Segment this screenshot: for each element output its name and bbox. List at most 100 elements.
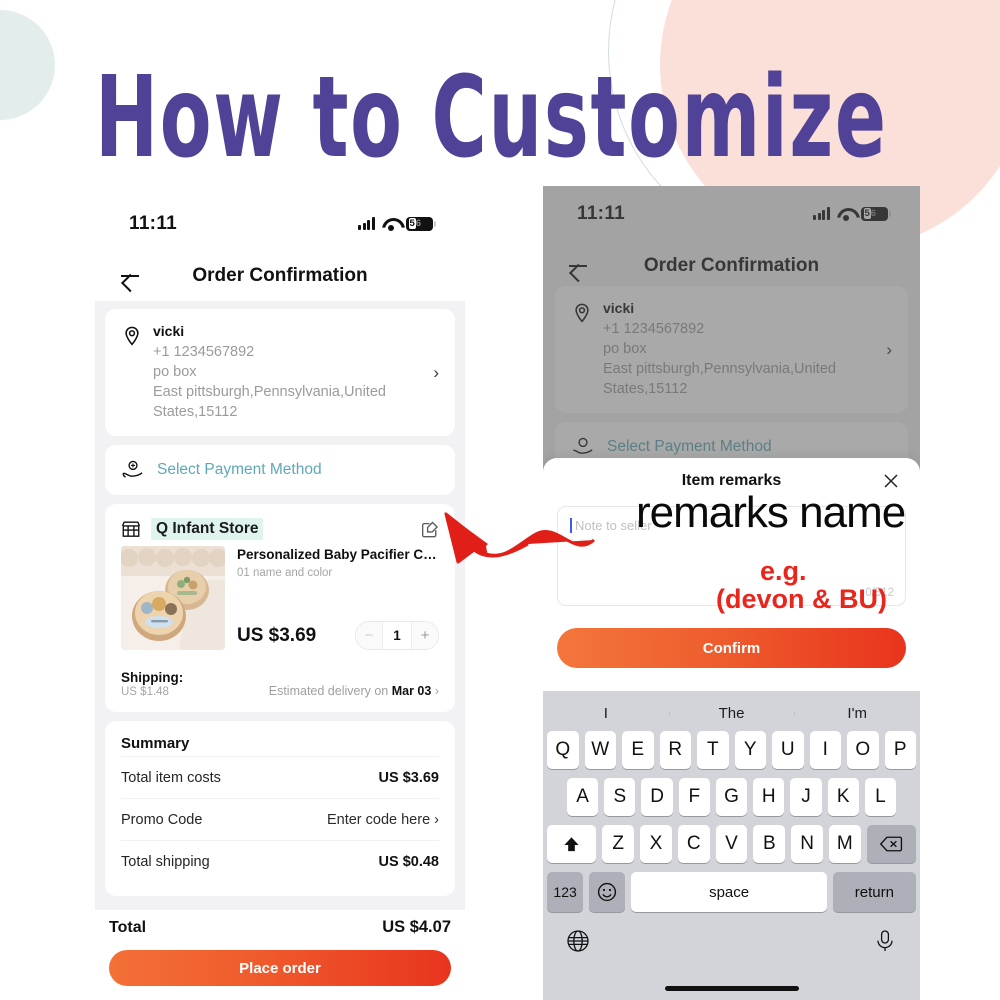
total-row: Total US $4.07 bbox=[109, 918, 451, 937]
key-h[interactable]: H bbox=[753, 778, 785, 816]
key-x[interactable]: X bbox=[640, 825, 672, 863]
shipping-cost: US $1.48 bbox=[121, 686, 169, 698]
key-b[interactable]: B bbox=[753, 825, 786, 863]
key-i[interactable]: I bbox=[809, 731, 841, 769]
summary-row-promo-code[interactable]: Promo Code Enter code here › bbox=[121, 798, 439, 840]
back-arrow-icon[interactable] bbox=[567, 255, 589, 277]
right-order-scroll: vicki +1 1234567892 po box East pittsbur… bbox=[543, 286, 920, 481]
quantity-value[interactable]: 1 bbox=[382, 622, 412, 649]
wifi-icon bbox=[382, 217, 399, 231]
address-card[interactable]: vicki +1 1234567892 po box East pittsbur… bbox=[555, 286, 908, 413]
numeric-key[interactable]: 123 bbox=[547, 872, 584, 912]
key-z[interactable]: Z bbox=[602, 825, 635, 863]
key-c[interactable]: C bbox=[677, 825, 710, 863]
confirm-button[interactable]: Confirm bbox=[557, 628, 906, 668]
summary-value[interactable]: Enter code here › bbox=[327, 812, 439, 828]
address-line2: East pittsburgh,Pennsylvania,United bbox=[153, 384, 386, 400]
key-m[interactable]: M bbox=[828, 825, 861, 863]
product-thumbnail bbox=[121, 546, 225, 650]
payment-method-card[interactable]: Select Payment Method bbox=[105, 445, 455, 495]
prediction-3[interactable]: I'm bbox=[794, 705, 920, 722]
key-w[interactable]: W bbox=[584, 731, 616, 769]
prediction-1[interactable]: I bbox=[543, 705, 669, 722]
key-e[interactable]: E bbox=[622, 731, 654, 769]
summary-key: Total shipping bbox=[121, 853, 210, 870]
key-s[interactable]: S bbox=[604, 778, 636, 816]
character-counter: 0/512 bbox=[865, 587, 894, 599]
key-o[interactable]: O bbox=[847, 731, 879, 769]
signal-bars-icon bbox=[812, 207, 830, 220]
chevron-right-icon[interactable]: › bbox=[886, 340, 892, 360]
key-a[interactable]: A bbox=[567, 778, 599, 816]
globe-icon[interactable] bbox=[565, 928, 591, 954]
microphone-icon[interactable] bbox=[872, 928, 898, 954]
chevron-right-icon[interactable]: › bbox=[433, 363, 439, 383]
select-payment-method-label: Select Payment Method bbox=[157, 461, 322, 478]
quantity-increase-button[interactable]: + bbox=[412, 622, 438, 649]
place-order-button[interactable]: Place order bbox=[109, 950, 451, 986]
payment-hand-coin-icon bbox=[571, 436, 595, 458]
quantity-decrease-button[interactable]: − bbox=[356, 622, 382, 649]
key-q[interactable]: Q bbox=[547, 731, 579, 769]
page-title: How to Customize bbox=[95, 52, 888, 183]
summary-value: US $3.69 bbox=[378, 769, 439, 786]
back-arrow-icon[interactable] bbox=[119, 265, 141, 287]
summary-value: US $0.48 bbox=[378, 853, 439, 870]
note-to-seller-input[interactable]: Note to seller 0/512 bbox=[557, 506, 906, 606]
dimmed-order-background: 11:11 56 Order Confirmation vicki +1 123… bbox=[543, 186, 920, 478]
store-name[interactable]: Q Infant Store bbox=[151, 518, 264, 540]
emoji-smiley-icon[interactable] bbox=[589, 872, 626, 912]
delivery-estimate[interactable]: Estimated delivery on Mar 03 › bbox=[269, 684, 439, 698]
battery-level-rest: 6 bbox=[415, 218, 422, 229]
battery-icon: 56 bbox=[861, 206, 891, 221]
backspace-icon[interactable] bbox=[866, 825, 916, 863]
left-phone-screen: 11:11 56 Order Confirmation vicki +1 123… bbox=[95, 196, 465, 1000]
space-key[interactable]: space bbox=[631, 872, 827, 912]
key-l[interactable]: L bbox=[864, 778, 896, 816]
status-bar-right: 11:11 56 bbox=[543, 186, 920, 241]
keyboard-row-3: Z X C V B N M bbox=[543, 825, 920, 863]
battery-level-fill: 5 bbox=[863, 208, 871, 219]
status-time: 11:11 bbox=[129, 212, 177, 234]
product-row[interactable]: Personalized Baby Pacifier Clip Custo… 0… bbox=[121, 546, 439, 650]
key-n[interactable]: N bbox=[791, 825, 823, 863]
key-d[interactable]: D bbox=[641, 778, 673, 816]
nav-bar-right: Order Confirmation bbox=[543, 241, 920, 291]
key-k[interactable]: K bbox=[827, 778, 859, 816]
return-key[interactable]: return bbox=[832, 872, 917, 912]
key-r[interactable]: R bbox=[659, 731, 691, 769]
prediction-bar: I The I'm bbox=[543, 695, 920, 731]
store-row[interactable]: Q Infant Store bbox=[121, 518, 439, 540]
checkout-bar: Total US $4.07 Place order bbox=[95, 910, 465, 1000]
address-card[interactable]: vicki +1 1234567892 po box East pittsbur… bbox=[105, 309, 455, 436]
right-phone-screen: 11:11 56 Order Confirmation vicki +1 123… bbox=[543, 186, 920, 1000]
total-value: US $4.07 bbox=[382, 918, 451, 936]
sheet-header: Item remarks bbox=[543, 458, 920, 504]
home-indicator bbox=[664, 986, 799, 991]
key-v[interactable]: V bbox=[715, 825, 748, 863]
key-p[interactable]: P bbox=[884, 731, 916, 769]
payment-hand-coin-icon bbox=[121, 459, 145, 481]
close-icon[interactable] bbox=[882, 472, 900, 490]
key-j[interactable]: J bbox=[790, 778, 822, 816]
key-f[interactable]: F bbox=[678, 778, 710, 816]
address-name: vicki bbox=[603, 300, 635, 316]
nav-title: Order Confirmation bbox=[192, 265, 368, 286]
red-wavy-arrow-icon bbox=[398, 492, 598, 592]
battery-icon: 56 bbox=[406, 216, 436, 231]
key-g[interactable]: G bbox=[715, 778, 748, 816]
shift-up-arrow-icon[interactable] bbox=[547, 825, 597, 863]
key-u[interactable]: U bbox=[772, 731, 804, 769]
item-remarks-sheet: Item remarks Note to seller 0/512 Confir… bbox=[543, 458, 920, 1000]
prediction-2[interactable]: The bbox=[668, 705, 795, 722]
key-t[interactable]: T bbox=[697, 731, 729, 769]
address-phone: +1 1234567892 bbox=[153, 344, 255, 360]
select-payment-method-label: Select Payment Method bbox=[607, 438, 772, 455]
summary-row-total-shipping: Total shipping US $0.48 bbox=[121, 840, 439, 882]
shipping-row[interactable]: Shipping: US $1.48 Estimated delivery on… bbox=[121, 661, 439, 698]
shipping-label: Shipping: bbox=[121, 670, 184, 685]
quantity-stepper[interactable]: − 1 + bbox=[355, 621, 439, 650]
key-y[interactable]: Y bbox=[734, 731, 766, 769]
address-line3: States,15112 bbox=[153, 404, 238, 420]
on-screen-keyboard: I The I'm Q W E R T Y U I O P A S D F G … bbox=[543, 691, 920, 1000]
